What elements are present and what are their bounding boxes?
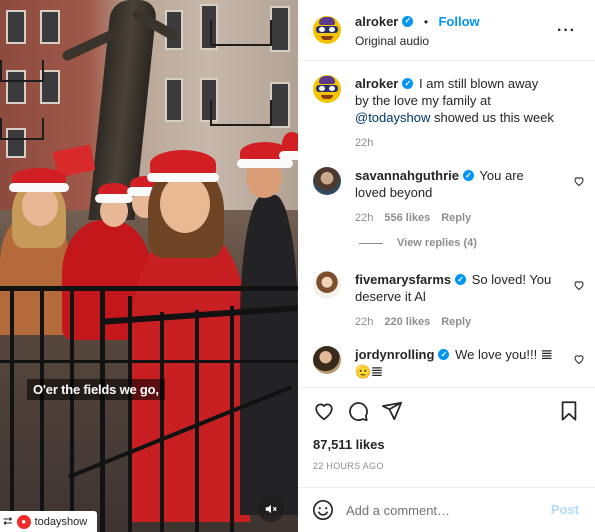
- comments-section[interactable]: alroker ✓ I am still blown away by the lo…: [298, 62, 595, 386]
- post-header: alroker ✓ • Follow Original audio ···: [298, 0, 595, 61]
- railing-post: [100, 290, 105, 532]
- speaker-muted-icon: [265, 504, 277, 514]
- reply-button[interactable]: Reply: [441, 210, 471, 227]
- follow-button[interactable]: Follow: [438, 14, 479, 29]
- comment-username[interactable]: jordynrolling ✓: [355, 346, 450, 363]
- view-replies-label: View replies (4): [397, 237, 477, 249]
- railing-post: [195, 310, 199, 532]
- comment-time[interactable]: 22h: [355, 314, 373, 331]
- crowd-face: [160, 175, 210, 233]
- repost-attribution[interactable]: ⮂ ● todayshow: [0, 511, 97, 532]
- emoji-icon[interactable]: [312, 499, 334, 521]
- fire-escape: [0, 118, 44, 140]
- caption-text-end: showed us this week: [430, 110, 554, 125]
- building-window: [6, 10, 26, 44]
- santa-hat: [147, 150, 219, 182]
- mention-link[interactable]: @todayshow: [355, 110, 430, 125]
- santa-hat: [9, 168, 69, 192]
- verified-badge-icon: ✓: [438, 349, 450, 360]
- view-replies-button[interactable]: View replies (4): [359, 237, 477, 249]
- replies-divider: [359, 242, 383, 244]
- building-window: [165, 78, 183, 122]
- speaker-muted-icon[interactable]: [258, 496, 284, 522]
- separator-dot: •: [423, 14, 429, 29]
- comment-likes[interactable]: 556 likes: [384, 210, 430, 227]
- fire-escape: [210, 100, 272, 126]
- building-window: [270, 6, 290, 52]
- santa-hat: [279, 132, 298, 160]
- todayshow-logo: ●: [16, 514, 31, 529]
- building-window: [40, 10, 60, 44]
- likes-count[interactable]: 87,511 likes: [313, 437, 385, 452]
- avatar[interactable]: [313, 75, 341, 103]
- audio-label[interactable]: Original audio: [355, 34, 480, 48]
- building-window: [270, 82, 290, 128]
- reply-button[interactable]: Reply: [441, 314, 471, 331]
- comment-time[interactable]: 22h: [355, 210, 373, 227]
- repost-account-name: todayshow: [34, 515, 88, 528]
- post-panel: alroker ✓ • Follow Original audio ··· alr…: [298, 0, 595, 532]
- video-player[interactable]: O'er the fields we go, ⮂ ● todayshow: [0, 0, 298, 532]
- avatar[interactable]: [313, 346, 341, 374]
- verified-badge-icon: ✓: [455, 274, 467, 285]
- railing-bar: [0, 360, 298, 363]
- railing-post: [10, 290, 14, 532]
- avatar[interactable]: [313, 167, 341, 195]
- repost-icon: ⮂: [3, 514, 13, 528]
- comment-username[interactable]: fivemarysfarms ✓: [355, 271, 467, 288]
- avatar[interactable]: [313, 271, 341, 299]
- comment-item: jordynrolling ✓ We love you!!! 𝌆 🫡𝌆: [313, 346, 585, 380]
- verified-badge-icon: ✓: [402, 78, 414, 89]
- railing-post: [128, 296, 132, 532]
- comment-item: fivemarysfarms ✓ So loved! You deserve it…: [313, 271, 585, 331]
- railing-bar: [0, 286, 298, 291]
- heart-icon[interactable]: [573, 175, 585, 187]
- comment-icon[interactable]: [347, 400, 369, 422]
- bookmark-icon[interactable]: [558, 400, 580, 422]
- comment-item: savannahguthrie ✓ You are loved beyond 22…: [313, 167, 585, 227]
- comment-input[interactable]: [346, 502, 531, 518]
- crowd-face: [22, 186, 58, 226]
- caption-username[interactable]: alroker ✓: [355, 75, 414, 92]
- heart-icon[interactable]: [313, 400, 335, 422]
- heart-icon[interactable]: [573, 353, 585, 365]
- railing-post: [230, 306, 234, 532]
- post-caption: alroker ✓ I am still blown away by the lo…: [313, 75, 585, 152]
- avatar[interactable]: [313, 16, 341, 44]
- post-timestamp[interactable]: 22 HOURS AGO: [313, 461, 384, 471]
- fire-escape: [0, 60, 44, 82]
- verified-badge-icon: ✓: [463, 170, 475, 181]
- caption-time[interactable]: 22h: [355, 135, 373, 152]
- verified-badge-icon: ✓: [402, 15, 414, 27]
- comment-likes[interactable]: 220 likes: [384, 314, 430, 331]
- add-comment-bar: Post: [298, 487, 595, 532]
- fire-escape: [210, 20, 272, 46]
- share-icon[interactable]: [381, 400, 403, 422]
- post-author-username[interactable]: alroker ✓: [355, 14, 414, 29]
- more-options-icon[interactable]: ···: [557, 22, 576, 40]
- post-button[interactable]: Post: [551, 502, 579, 517]
- video-subtitle: O'er the fields we go,: [27, 379, 165, 400]
- post-actions: 87,511 likes 22 HOURS AGO: [298, 387, 595, 477]
- railing-post: [40, 290, 44, 532]
- comment-username[interactable]: savannahguthrie ✓: [355, 167, 475, 184]
- crowd-person: [240, 195, 298, 515]
- railing-post: [70, 290, 74, 532]
- railing-post: [160, 312, 164, 532]
- heart-icon[interactable]: [573, 279, 585, 291]
- santa-hat: [95, 183, 133, 203]
